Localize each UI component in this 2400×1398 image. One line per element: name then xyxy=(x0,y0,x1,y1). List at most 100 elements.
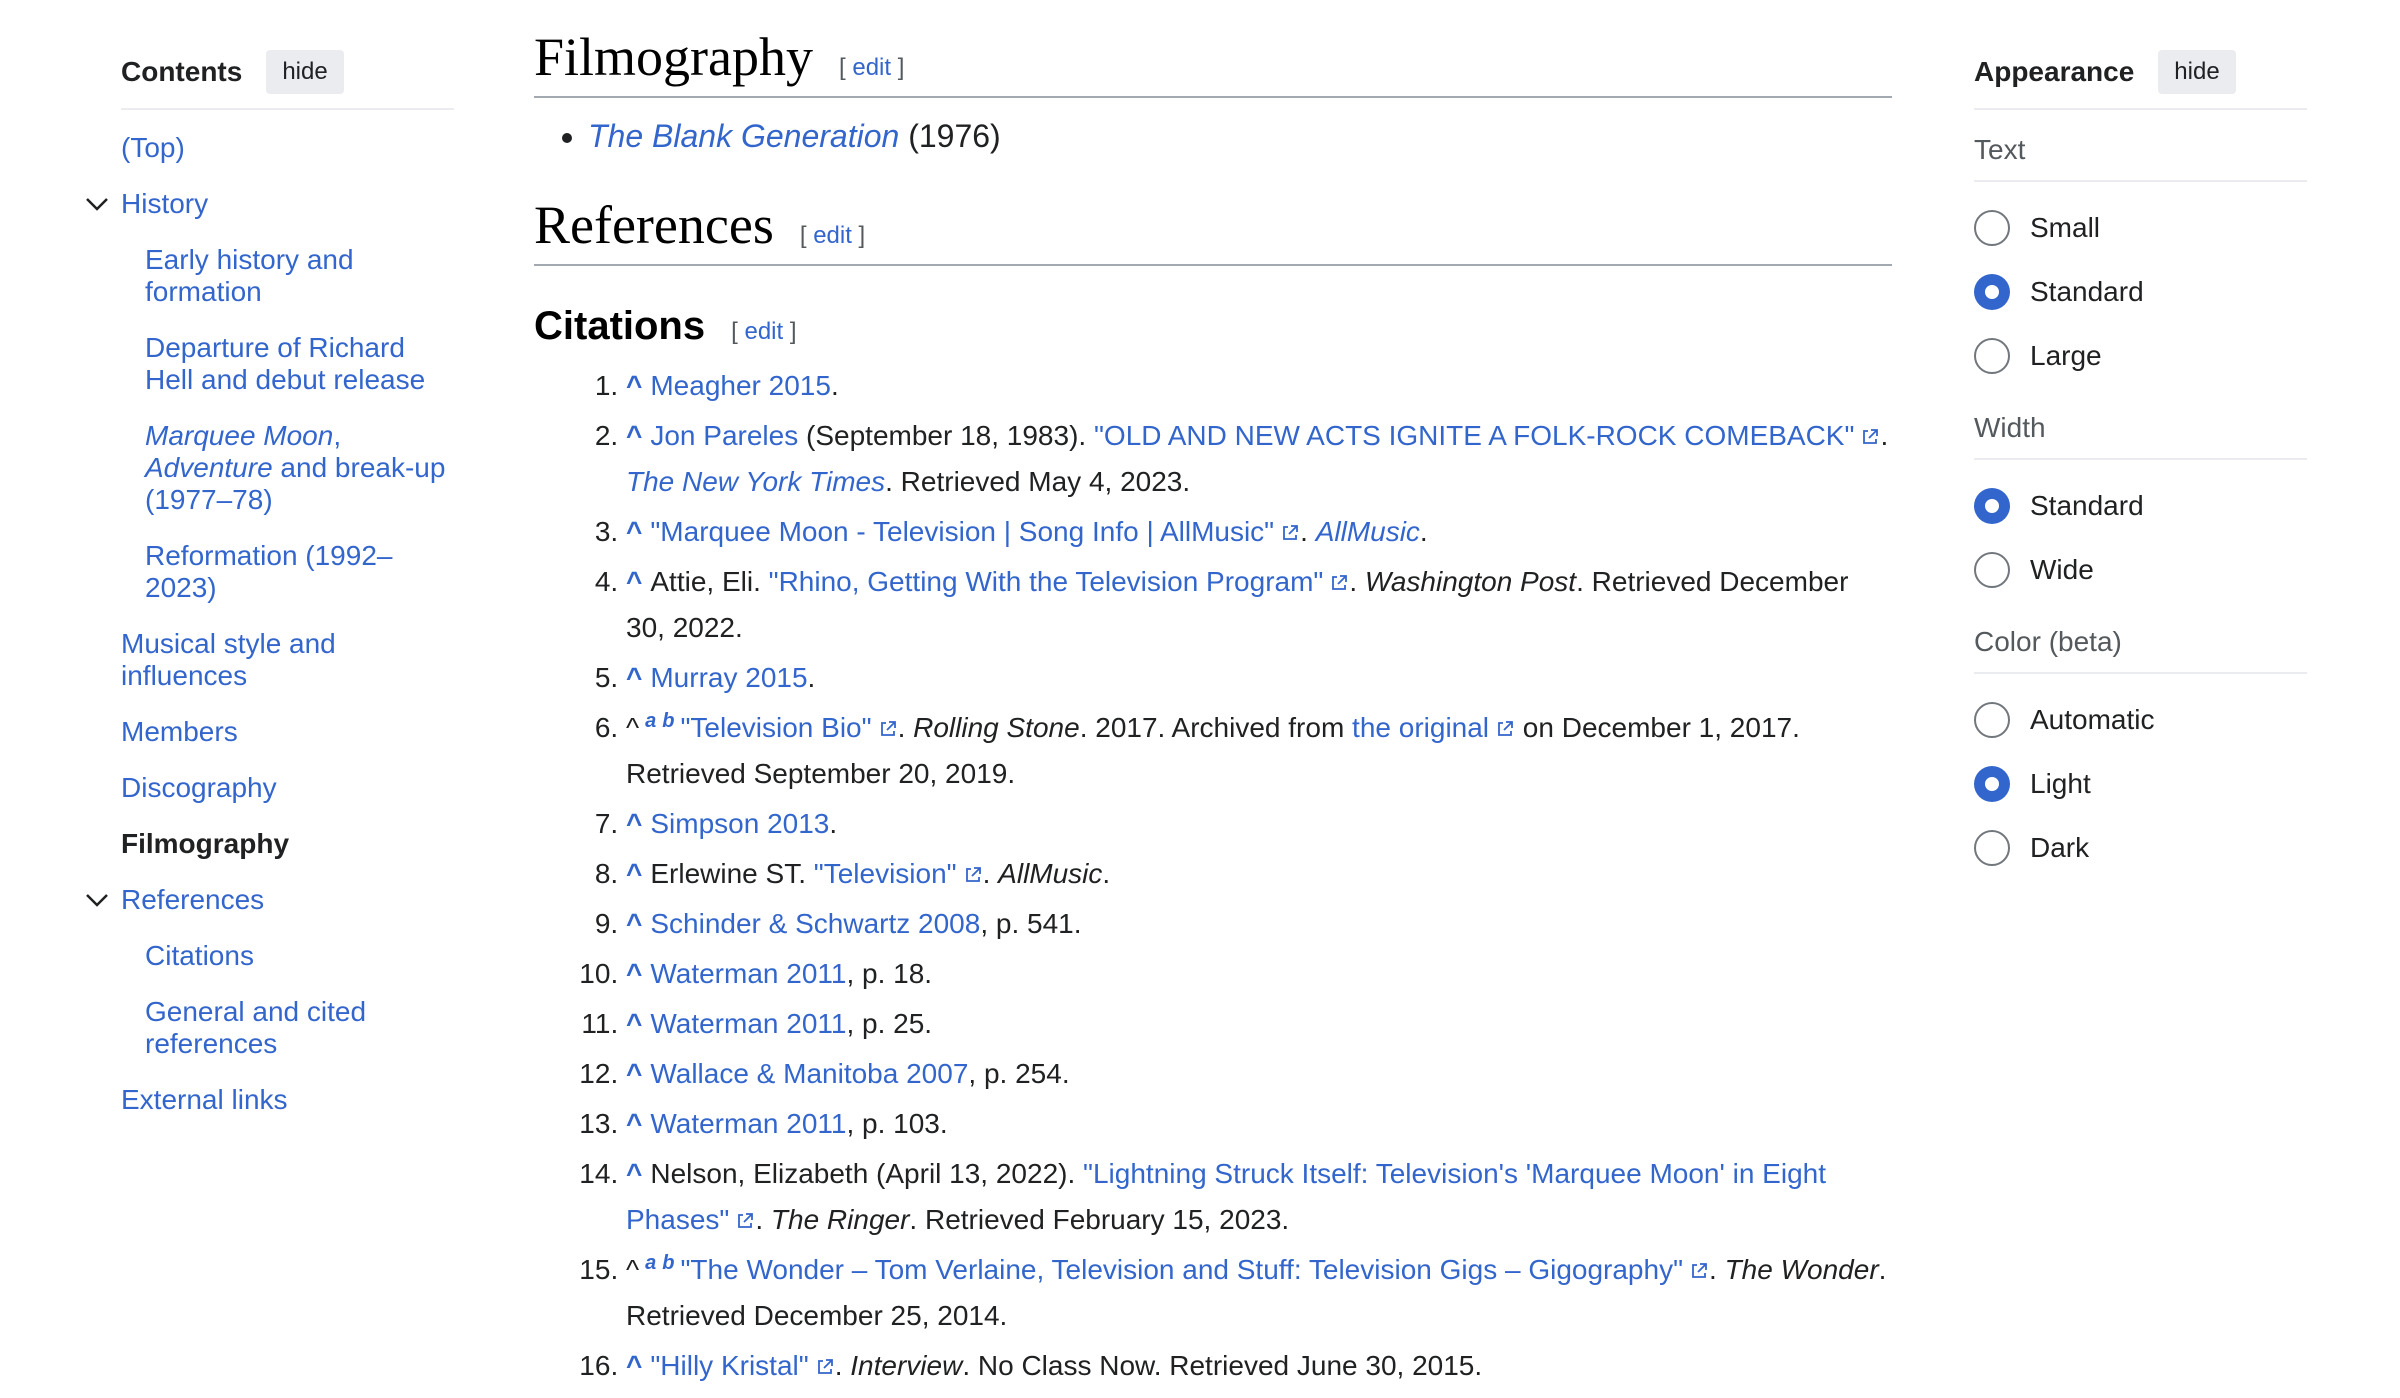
radio-label: Wide xyxy=(2030,554,2094,585)
citation-link[interactable]: Meagher 2015 xyxy=(650,370,831,401)
toc-link-filmography[interactable]: Filmography xyxy=(121,828,289,859)
backlink-caret[interactable]: ^ xyxy=(626,516,642,547)
toc-link-references[interactable]: References xyxy=(121,884,264,915)
publisher-link[interactable]: The New York Times xyxy=(626,466,885,497)
toc-link-citations[interactable]: Citations xyxy=(145,940,254,971)
toc-item-general-references[interactable]: General and cited references xyxy=(121,996,454,1060)
radio-button[interactable] xyxy=(1974,552,2010,588)
toc-link-marquee-moon[interactable]: Marquee Moon, Adventure and break-up (19… xyxy=(145,420,445,515)
toc-item-top[interactable]: (Top) xyxy=(121,132,454,164)
citation-title-link[interactable]: "Television" xyxy=(814,858,957,889)
radio-width-standard[interactable]: Standard xyxy=(1974,474,2307,538)
references-edit-link[interactable]: edit xyxy=(813,222,852,249)
radio-button[interactable] xyxy=(1974,830,2010,866)
toc-link-external-links[interactable]: External links xyxy=(121,1084,288,1115)
radio-text-large[interactable]: Large xyxy=(1974,324,2307,388)
radio-button-selected[interactable] xyxy=(1974,274,2010,310)
citation-text: (September 18, 1983). xyxy=(798,420,1094,451)
archive-original-link[interactable]: the original xyxy=(1352,712,1489,743)
toc-link-members[interactable]: Members xyxy=(121,716,238,747)
radio-button-selected[interactable] xyxy=(1974,766,2010,802)
citation-title-link[interactable]: "OLD AND NEW ACTS IGNITE A FOLK-ROCK COM… xyxy=(1094,420,1854,451)
backlink-caret[interactable]: ^ xyxy=(626,370,642,401)
toc-item-marquee-moon[interactable]: Marquee Moon, Adventure and break-up (19… xyxy=(121,420,454,516)
citation-link[interactable]: Simpson 2013 xyxy=(650,808,829,839)
backlink-a[interactable]: a xyxy=(645,710,656,732)
citation-link[interactable]: Wallace & Manitoba 2007 xyxy=(650,1058,968,1089)
toc-link-history[interactable]: History xyxy=(121,188,208,219)
toc-hide-button[interactable]: hide xyxy=(266,50,344,94)
radio-width-wide[interactable]: Wide xyxy=(1974,538,2307,602)
backlink-b[interactable]: b xyxy=(662,710,674,732)
toc-link-departure[interactable]: Departure of Richard Hell and debut rele… xyxy=(145,332,425,395)
toc-item-reformation[interactable]: Reformation (1992–2023) xyxy=(121,540,454,604)
toc-item-discography[interactable]: Discography xyxy=(121,772,454,804)
toc-item-musical-style[interactable]: Musical style and influences xyxy=(121,628,454,692)
citation-title-link[interactable]: "Hilly Kristal" xyxy=(650,1350,808,1381)
toc-link-reformation[interactable]: Reformation (1992–2023) xyxy=(145,540,392,603)
citation-link[interactable]: Murray 2015 xyxy=(650,662,807,693)
radio-text-standard[interactable]: Standard xyxy=(1974,260,2307,324)
backlink-a[interactable]: a xyxy=(645,1252,656,1274)
radio-button-selected[interactable] xyxy=(1974,488,2010,524)
backlink-caret[interactable]: ^ xyxy=(626,1008,642,1039)
backlink-caret[interactable]: ^ xyxy=(626,1058,642,1089)
author-link[interactable]: Jon Pareles xyxy=(650,420,798,451)
radio-button[interactable] xyxy=(1974,702,2010,738)
toc-item-early-history[interactable]: Early history and formation xyxy=(121,244,454,308)
backlink-caret[interactable]: ^ xyxy=(626,1158,642,1189)
publisher-name: Interview xyxy=(850,1350,963,1381)
citation-title-link[interactable]: "Rhino, Getting With the Television Prog… xyxy=(769,566,1324,597)
backlink-caret[interactable]: ^ xyxy=(626,1350,642,1381)
toc-link-musical-style[interactable]: Musical style and influences xyxy=(121,628,336,691)
toc-link-early-history[interactable]: Early history and formation xyxy=(145,244,354,307)
citation-link[interactable]: Waterman 2011 xyxy=(650,1008,846,1039)
backlink-caret[interactable]: ^ xyxy=(626,958,642,989)
toc-item-citations[interactable]: Citations xyxy=(121,940,454,972)
external-link-icon xyxy=(880,721,896,736)
citation-title-link[interactable]: "The Wonder – Tom Verlaine, Television a… xyxy=(680,1254,1683,1285)
citation-title-link[interactable]: "Television Bio" xyxy=(680,712,871,743)
backlink-b[interactable]: b xyxy=(662,1252,674,1274)
radio-color-dark[interactable]: Dark xyxy=(1974,816,2307,880)
toc-item-references[interactable]: References xyxy=(86,884,454,916)
publisher-link[interactable]: AllMusic xyxy=(1316,516,1420,547)
edit-section: [ edit ] xyxy=(731,318,797,345)
chevron-down-icon[interactable] xyxy=(81,884,113,916)
radio-color-automatic[interactable]: Automatic xyxy=(1974,688,2307,752)
toc-link-general-references[interactable]: General and cited references xyxy=(145,996,366,1059)
toc-link-top[interactable]: (Top) xyxy=(121,132,185,163)
toc-item-members[interactable]: Members xyxy=(121,716,454,748)
toc-link-discography[interactable]: Discography xyxy=(121,772,277,803)
citation-link[interactable]: Waterman 2011 xyxy=(650,1108,846,1139)
citation-text: . Retrieved February 15, 2023. xyxy=(909,1204,1290,1235)
toc-item-history[interactable]: History xyxy=(86,188,454,220)
external-link-icon xyxy=(1863,429,1879,444)
backlink-caret[interactable]: ^ xyxy=(626,1108,642,1139)
citation-link[interactable]: Schinder & Schwartz 2008 xyxy=(650,908,980,939)
appearance-hide-button[interactable]: hide xyxy=(2158,50,2236,94)
backlink-caret[interactable]: ^ xyxy=(626,420,642,451)
backlink-caret[interactable]: ^ xyxy=(626,858,642,889)
filmography-edit-link[interactable]: edit xyxy=(852,54,891,81)
backlink-caret[interactable]: ^ xyxy=(626,908,642,939)
citations-edit-link[interactable]: edit xyxy=(744,318,783,345)
citation-link[interactable]: Waterman 2011 xyxy=(650,958,846,989)
backlink-caret[interactable]: ^ xyxy=(626,808,642,839)
backlink-caret[interactable]: ^ xyxy=(626,566,642,597)
toc-item-departure[interactable]: Departure of Richard Hell and debut rele… xyxy=(121,332,454,396)
toc-item-external-links[interactable]: External links xyxy=(121,1084,454,1116)
citation-title-link[interactable]: "Marquee Moon - Television | Song Info |… xyxy=(650,516,1274,547)
toc-item-filmography[interactable]: Filmography xyxy=(121,828,454,860)
chevron-down-icon[interactable] xyxy=(81,188,113,220)
film-link[interactable]: The Blank Generation xyxy=(588,118,899,154)
radio-text-small[interactable]: Small xyxy=(1974,196,2307,260)
radio-button[interactable] xyxy=(1974,210,2010,246)
radio-color-light[interactable]: Light xyxy=(1974,752,2307,816)
edit-section: [ edit ] xyxy=(839,54,905,81)
color-options: Automatic Light Dark xyxy=(1974,688,2307,880)
toc-header: Contents hide xyxy=(121,48,454,96)
radio-button[interactable] xyxy=(1974,338,2010,374)
backlink-caret[interactable]: ^ xyxy=(626,662,642,693)
list-item: ^ Schinder & Schwartz 2008, p. 541. xyxy=(626,901,1892,947)
